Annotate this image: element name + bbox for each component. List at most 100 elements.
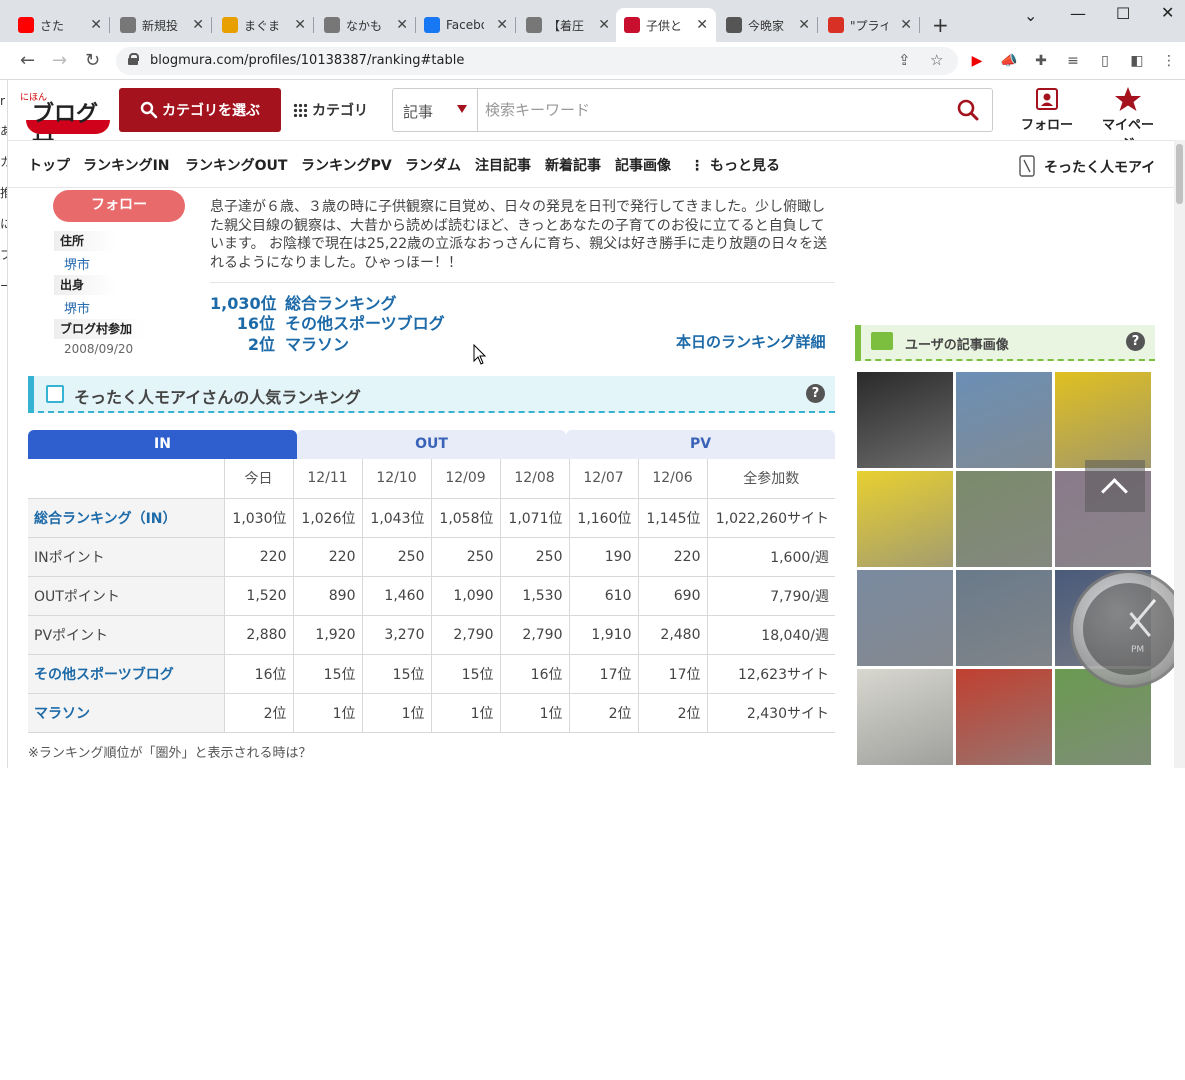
blogmura-logo[interactable]: にほん ブログ村 bbox=[18, 90, 110, 159]
left-strip-glyph: r bbox=[0, 94, 5, 108]
row-label[interactable]: マラソン bbox=[28, 693, 224, 733]
site-menu: トップ ランキングIN ランキングOUT ランキングPV ランダム 注目記事 新… bbox=[8, 140, 1174, 188]
row-label[interactable]: その他スポーツブログ bbox=[28, 654, 224, 694]
lock-icon[interactable] bbox=[128, 53, 139, 65]
page-scrollbar[interactable] bbox=[1174, 140, 1185, 768]
table-cell: 220 bbox=[292, 537, 362, 577]
address-value[interactable]: 堺市 bbox=[64, 254, 90, 273]
maximize-button[interactable]: ☐ bbox=[1116, 4, 1130, 23]
browser-tab[interactable]: さた ✕ bbox=[10, 8, 110, 42]
article-image-thumbnail[interactable] bbox=[857, 471, 953, 567]
follow-header-label: フォロー bbox=[1020, 118, 1073, 133]
search-type-select[interactable]: 記事 bbox=[403, 101, 433, 122]
minimize-button[interactable]: — bbox=[1070, 4, 1086, 23]
address-bar[interactable]: blogmura.com/profiles/10138387/ranking#t… bbox=[116, 47, 958, 75]
article-image-thumbnail[interactable] bbox=[956, 372, 1052, 468]
select-category-button[interactable]: カテゴリを選ぶ bbox=[119, 88, 281, 132]
article-image-thumbnail[interactable] bbox=[956, 669, 1052, 765]
menu-article-images[interactable]: 記事画像 bbox=[615, 155, 671, 175]
new-tab-button[interactable]: + bbox=[932, 13, 949, 37]
browser-tab[interactable]: 子供と ✕ bbox=[616, 8, 716, 42]
menu-user[interactable]: そったく人モアイ bbox=[1018, 155, 1155, 177]
tab-close-icon[interactable]: ✕ bbox=[192, 17, 204, 33]
browser-tab[interactable]: 【着圧 ✕ bbox=[518, 8, 618, 42]
media-control-icon[interactable]: ≡ bbox=[1064, 52, 1082, 70]
tab-search-chevron-icon[interactable]: ⌄ bbox=[1024, 6, 1037, 25]
article-image-thumbnail[interactable] bbox=[956, 471, 1052, 567]
row-label[interactable]: 総合ランキング（IN） bbox=[28, 498, 224, 538]
scroll-to-top-button[interactable] bbox=[1085, 460, 1145, 512]
tab-close-icon[interactable]: ✕ bbox=[598, 17, 610, 33]
browser-tab[interactable]: なかも ✕ bbox=[316, 8, 416, 42]
table-cell: 1,043位 bbox=[361, 498, 431, 538]
tab-pv[interactable]: PV bbox=[566, 430, 835, 459]
back-arrow-icon[interactable]: ← bbox=[20, 50, 35, 71]
table-cell: 7,790/週 bbox=[706, 576, 835, 616]
scrollbar-thumb[interactable] bbox=[1176, 144, 1183, 204]
ranking-note-link[interactable]: ※ランキング順位が「圏外」と表示される時は？ bbox=[28, 742, 312, 761]
column-header: 今日 bbox=[223, 459, 293, 499]
help-icon[interactable]: ? bbox=[806, 384, 825, 403]
share-icon[interactable]: ⇪ bbox=[898, 51, 911, 69]
article-image-thumbnail[interactable] bbox=[857, 669, 953, 765]
today-ranking-detail-link[interactable]: 本日のランキング詳細 bbox=[676, 331, 826, 352]
address-label: 住所 bbox=[54, 231, 116, 251]
menu-more[interactable]: ⋮ もっと見る bbox=[690, 155, 780, 175]
browser-tab[interactable]: Facebo ✕ bbox=[416, 8, 516, 42]
search-box: 記事 bbox=[392, 88, 993, 132]
forward-arrow-icon[interactable]: → bbox=[52, 50, 67, 71]
tab-close-icon[interactable]: ✕ bbox=[90, 17, 102, 33]
origin-value[interactable]: 堺市 bbox=[64, 298, 90, 317]
tab-close-icon[interactable]: ✕ bbox=[396, 17, 408, 33]
browser-tab[interactable]: "プライ ✕ bbox=[820, 8, 920, 42]
menu-user-name: そったく人モアイ bbox=[1044, 160, 1156, 176]
close-window-button[interactable]: ✕ bbox=[1161, 3, 1174, 22]
tab-close-icon[interactable]: ✕ bbox=[294, 17, 306, 33]
follow-header-button[interactable]: フォロー bbox=[1015, 86, 1079, 136]
menu-top[interactable]: トップ bbox=[28, 155, 70, 175]
menu-more-label: もっと見る bbox=[710, 158, 780, 174]
rank-row-marathon[interactable]: 2位 マラソン bbox=[210, 331, 349, 355]
side-panel-icon[interactable]: ▯ bbox=[1096, 52, 1114, 70]
tab-out[interactable]: OUT bbox=[297, 430, 566, 459]
ranking-table-body: 総合ランキング（IN） 1,030位 1,026位 1,043位 1,058位 1,071… bbox=[28, 498, 835, 733]
megaphone-extension-icon[interactable]: 📣 bbox=[1000, 52, 1018, 70]
help-icon[interactable]: ? bbox=[1126, 332, 1145, 351]
browser-menu-icon[interactable]: ⋮ bbox=[1160, 52, 1178, 70]
article-image-thumbnail[interactable] bbox=[956, 570, 1052, 666]
browser-tab[interactable]: 新規投 ✕ bbox=[112, 8, 212, 42]
table-cell: 1位 bbox=[361, 693, 431, 733]
menu-ranking-out[interactable]: ランキングOUT bbox=[185, 155, 287, 175]
tab-title: Facebo bbox=[446, 18, 484, 32]
gmail-icon bbox=[828, 17, 844, 33]
tab-close-icon[interactable]: ✕ bbox=[900, 17, 912, 33]
browser-tab[interactable]: 今晩家 ✕ bbox=[718, 8, 818, 42]
mypage-button[interactable]: マイページ bbox=[1096, 86, 1160, 152]
menu-ranking-pv[interactable]: ランキングPV bbox=[301, 155, 392, 175]
tab-close-icon[interactable]: ✕ bbox=[496, 17, 508, 33]
tab-in[interactable]: IN bbox=[28, 430, 297, 459]
category-link[interactable]: カテゴリ bbox=[293, 100, 368, 120]
youtube-extension-icon[interactable]: ▶ bbox=[968, 52, 986, 70]
table-cell: 250 bbox=[430, 537, 500, 577]
tab-close-icon[interactable]: ✕ bbox=[696, 17, 708, 33]
menu-featured-articles[interactable]: 注目記事 bbox=[475, 155, 531, 175]
menu-new-articles[interactable]: 新着記事 bbox=[545, 155, 601, 175]
search-input[interactable] bbox=[485, 99, 935, 121]
select-category-label: カテゴリを選ぶ bbox=[162, 103, 260, 119]
article-image-thumbnail[interactable] bbox=[1055, 372, 1151, 468]
reload-icon[interactable]: ↻ bbox=[85, 50, 100, 71]
profile-avatar-icon[interactable]: ◧ bbox=[1128, 52, 1146, 70]
browser-tab[interactable]: まぐまぐ ✕ bbox=[214, 8, 314, 42]
tab-close-icon[interactable]: ✕ bbox=[798, 17, 810, 33]
extensions-puzzle-icon[interactable]: ✚ bbox=[1032, 52, 1050, 70]
profile-follow-button[interactable]: フォロー bbox=[53, 190, 185, 222]
search-submit-icon[interactable] bbox=[957, 99, 979, 121]
bookmark-star-icon[interactable]: ☆ bbox=[930, 51, 943, 69]
article-image-thumbnail[interactable] bbox=[857, 570, 953, 666]
menu-ranking-in[interactable]: ランキングIN bbox=[83, 155, 170, 175]
left-strip-glyph: 推 bbox=[0, 184, 7, 201]
article-image-thumbnail[interactable] bbox=[857, 372, 953, 468]
caret-down-icon[interactable] bbox=[457, 105, 467, 113]
menu-random[interactable]: ランダム bbox=[405, 155, 461, 175]
